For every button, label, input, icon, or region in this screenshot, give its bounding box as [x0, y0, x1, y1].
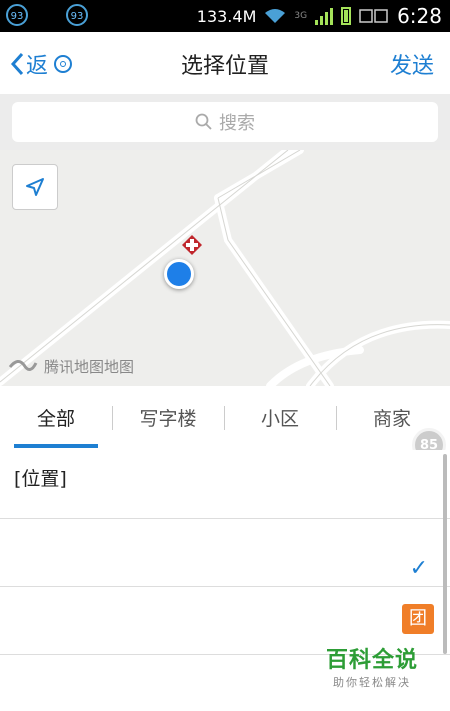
network-type: 3G: [294, 11, 308, 21]
list-item-label: [位置]: [14, 468, 67, 490]
location-pin[interactable]: [164, 259, 194, 289]
send-button[interactable]: 发送: [390, 48, 434, 80]
battery-icon: [341, 7, 352, 25]
checkmark-icon: ✓: [409, 556, 428, 581]
locate-me-button[interactable]: [12, 164, 58, 210]
status-bar: 93 93 133.4M 3G 6:28: [0, 0, 450, 32]
hospital-icon: [182, 235, 202, 255]
tencent-map-logo-icon: [8, 359, 38, 371]
active-tab-indicator: [14, 444, 98, 448]
search-placeholder: 搜索: [219, 113, 255, 134]
map-view[interactable]: 腾讯地图地图: [0, 150, 450, 386]
group-buy-badge: 团: [402, 604, 434, 634]
watermark-title: 百科全说: [326, 648, 419, 673]
map-logo: 腾讯地图地图: [8, 356, 134, 377]
search-icon: [195, 113, 212, 130]
tab-all[interactable]: 全部: [0, 404, 112, 431]
watermark-subtitle: 助你轻松解决: [333, 676, 411, 689]
map-roads: [0, 150, 450, 386]
list-item[interactable]: [位置]: [0, 450, 450, 519]
search-input[interactable]: 搜索: [12, 102, 438, 142]
header-bar: 返 选择位置 发送: [0, 32, 450, 95]
wifi-icon: [265, 9, 286, 23]
navigation-arrow-icon: [26, 178, 44, 196]
tab-office-building[interactable]: 写字楼: [112, 404, 224, 431]
notification-icon: 93: [66, 4, 88, 26]
scrollbar[interactable]: [443, 454, 447, 654]
tab-residential[interactable]: 小区: [224, 404, 336, 431]
notification-icon: 93: [6, 4, 28, 26]
page-title: 选择位置: [180, 54, 269, 79]
tab-merchant[interactable]: 商家: [336, 404, 448, 431]
search-bar-container: 搜索: [0, 94, 450, 150]
watermark: 百科全说 助你轻松解决: [326, 642, 418, 690]
map-logo-text: 腾讯地图地图: [44, 358, 135, 376]
category-tabs: 全部 写字楼 小区 商家: [0, 386, 450, 451]
network-speed: 133.4M: [196, 6, 257, 26]
list-item[interactable]: ✓: [0, 518, 450, 587]
clock: 6:28: [397, 4, 442, 28]
signal-icon: [315, 7, 334, 25]
input-method-icon: [359, 9, 388, 23]
